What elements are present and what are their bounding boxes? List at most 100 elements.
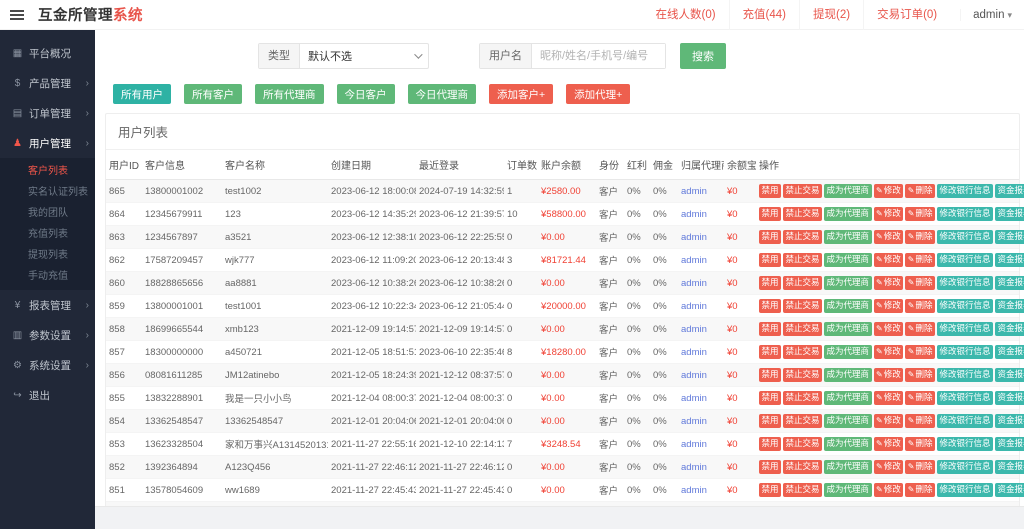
make-agent-button[interactable]: 成为代理商 <box>824 230 872 244</box>
agent-link[interactable]: admin <box>681 209 707 220</box>
agent-link[interactable]: admin <box>681 462 707 473</box>
delete-button[interactable]: ✎删除 <box>905 207 935 221</box>
disable-button[interactable]: 禁用 <box>759 322 781 336</box>
agent-link[interactable]: admin <box>681 485 707 496</box>
disable-button[interactable]: 禁用 <box>759 437 781 451</box>
agent-link[interactable]: admin <box>681 324 707 335</box>
sidebar-item-orders[interactable]: ▤订单管理› <box>0 98 95 128</box>
disable-button[interactable]: 禁用 <box>759 483 781 497</box>
ban-trade-button[interactable]: 禁止交易 <box>783 207 822 221</box>
agent-link[interactable]: admin <box>681 278 707 289</box>
make-agent-button[interactable]: 成为代理商 <box>824 184 872 198</box>
make-agent-button[interactable]: 成为代理商 <box>824 437 872 451</box>
disable-button[interactable]: 禁用 <box>759 230 781 244</box>
fund-report-button[interactable]: 资金报表 <box>995 322 1024 336</box>
make-agent-button[interactable]: 成为代理商 <box>824 322 872 336</box>
ban-trade-button[interactable]: 禁止交易 <box>783 184 822 198</box>
edit-button[interactable]: ✎修改 <box>874 345 904 359</box>
disable-button[interactable]: 禁用 <box>759 391 781 405</box>
sidebar-item-products[interactable]: $产品管理› <box>0 68 95 98</box>
make-agent-button[interactable]: 成为代理商 <box>824 460 872 474</box>
delete-button[interactable]: ✎删除 <box>905 437 935 451</box>
fund-report-button[interactable]: 资金报表 <box>995 460 1024 474</box>
edit-button[interactable]: ✎修改 <box>874 276 904 290</box>
edit-button[interactable]: ✎修改 <box>874 460 904 474</box>
delete-button[interactable]: ✎删除 <box>905 299 935 313</box>
username-input[interactable] <box>532 44 665 68</box>
ban-trade-button[interactable]: 禁止交易 <box>783 437 822 451</box>
make-agent-button[interactable]: 成为代理商 <box>824 391 872 405</box>
delete-button[interactable]: ✎删除 <box>905 483 935 497</box>
header-link-1[interactable]: 充值(44) <box>729 0 799 30</box>
disable-button[interactable]: 禁用 <box>759 253 781 267</box>
edit-button[interactable]: ✎修改 <box>874 483 904 497</box>
ban-trade-button[interactable]: 禁止交易 <box>783 230 822 244</box>
sidebar-item-users[interactable]: ♟用户管理› <box>0 128 95 158</box>
edit-bank-button[interactable]: 修改银行信息 <box>937 184 993 198</box>
today-agents-button[interactable]: 今日代理商 <box>408 84 477 104</box>
type-select[interactable]: 默认不选 <box>300 44 428 68</box>
ban-trade-button[interactable]: 禁止交易 <box>783 299 822 313</box>
all-customers-button[interactable]: 所有客户 <box>184 84 242 104</box>
fund-report-button[interactable]: 资金报表 <box>995 184 1024 198</box>
header-link-0[interactable]: 在线人数(0) <box>643 0 729 30</box>
today-customers-button[interactable]: 今日客户 <box>337 84 395 104</box>
delete-button[interactable]: ✎删除 <box>905 184 935 198</box>
fund-report-button[interactable]: 资金报表 <box>995 414 1024 428</box>
edit-bank-button[interactable]: 修改银行信息 <box>937 230 993 244</box>
admin-dropdown[interactable]: admin▾ <box>960 9 1012 21</box>
delete-button[interactable]: ✎删除 <box>905 391 935 405</box>
disable-button[interactable]: 禁用 <box>759 207 781 221</box>
add-agent-button[interactable]: 添加代理+ <box>566 84 630 104</box>
edit-bank-button[interactable]: 修改银行信息 <box>937 437 993 451</box>
disable-button[interactable]: 禁用 <box>759 276 781 290</box>
edit-bank-button[interactable]: 修改银行信息 <box>937 253 993 267</box>
ban-trade-button[interactable]: 禁止交易 <box>783 414 822 428</box>
ban-trade-button[interactable]: 禁止交易 <box>783 253 822 267</box>
disable-button[interactable]: 禁用 <box>759 460 781 474</box>
make-agent-button[interactable]: 成为代理商 <box>824 276 872 290</box>
ban-trade-button[interactable]: 禁止交易 <box>783 322 822 336</box>
edit-button[interactable]: ✎修改 <box>874 184 904 198</box>
disable-button[interactable]: 禁用 <box>759 299 781 313</box>
add-customer-button[interactable]: 添加客户+ <box>489 84 553 104</box>
sidebar-subitem-realname-list[interactable]: 实名认证列表 <box>0 182 95 203</box>
edit-bank-button[interactable]: 修改银行信息 <box>937 276 993 290</box>
edit-button[interactable]: ✎修改 <box>874 368 904 382</box>
edit-bank-button[interactable]: 修改银行信息 <box>937 322 993 336</box>
edit-button[interactable]: ✎修改 <box>874 230 904 244</box>
delete-button[interactable]: ✎删除 <box>905 414 935 428</box>
make-agent-button[interactable]: 成为代理商 <box>824 207 872 221</box>
delete-button[interactable]: ✎删除 <box>905 322 935 336</box>
agent-link[interactable]: admin <box>681 393 707 404</box>
fund-report-button[interactable]: 资金报表 <box>995 391 1024 405</box>
agent-link[interactable]: admin <box>681 370 707 381</box>
edit-bank-button[interactable]: 修改银行信息 <box>937 483 993 497</box>
header-link-2[interactable]: 提现(2) <box>799 0 863 30</box>
edit-button[interactable]: ✎修改 <box>874 391 904 405</box>
agent-link[interactable]: admin <box>681 347 707 358</box>
agent-link[interactable]: admin <box>681 232 707 243</box>
edit-button[interactable]: ✎修改 <box>874 437 904 451</box>
delete-button[interactable]: ✎删除 <box>905 230 935 244</box>
ban-trade-button[interactable]: 禁止交易 <box>783 460 822 474</box>
search-button[interactable]: 搜索 <box>680 43 726 69</box>
fund-report-button[interactable]: 资金报表 <box>995 345 1024 359</box>
disable-button[interactable]: 禁用 <box>759 414 781 428</box>
edit-bank-button[interactable]: 修改银行信息 <box>937 207 993 221</box>
make-agent-button[interactable]: 成为代理商 <box>824 253 872 267</box>
make-agent-button[interactable]: 成为代理商 <box>824 368 872 382</box>
edit-bank-button[interactable]: 修改银行信息 <box>937 414 993 428</box>
edit-bank-button[interactable]: 修改银行信息 <box>937 345 993 359</box>
make-agent-button[interactable]: 成为代理商 <box>824 299 872 313</box>
sidebar-item-reports[interactable]: ¥报表管理› <box>0 290 95 320</box>
sidebar-item-params[interactable]: ▥参数设置› <box>0 320 95 350</box>
fund-report-button[interactable]: 资金报表 <box>995 299 1024 313</box>
sidebar-subitem-withdraw-list[interactable]: 提现列表 <box>0 245 95 266</box>
sidebar-item-overview[interactable]: ▦平台概况 <box>0 38 95 68</box>
delete-button[interactable]: ✎删除 <box>905 345 935 359</box>
agent-link[interactable]: admin <box>681 439 707 450</box>
edit-bank-button[interactable]: 修改银行信息 <box>937 391 993 405</box>
sidebar-subitem-my-team[interactable]: 我的团队 <box>0 203 95 224</box>
disable-button[interactable]: 禁用 <box>759 345 781 359</box>
